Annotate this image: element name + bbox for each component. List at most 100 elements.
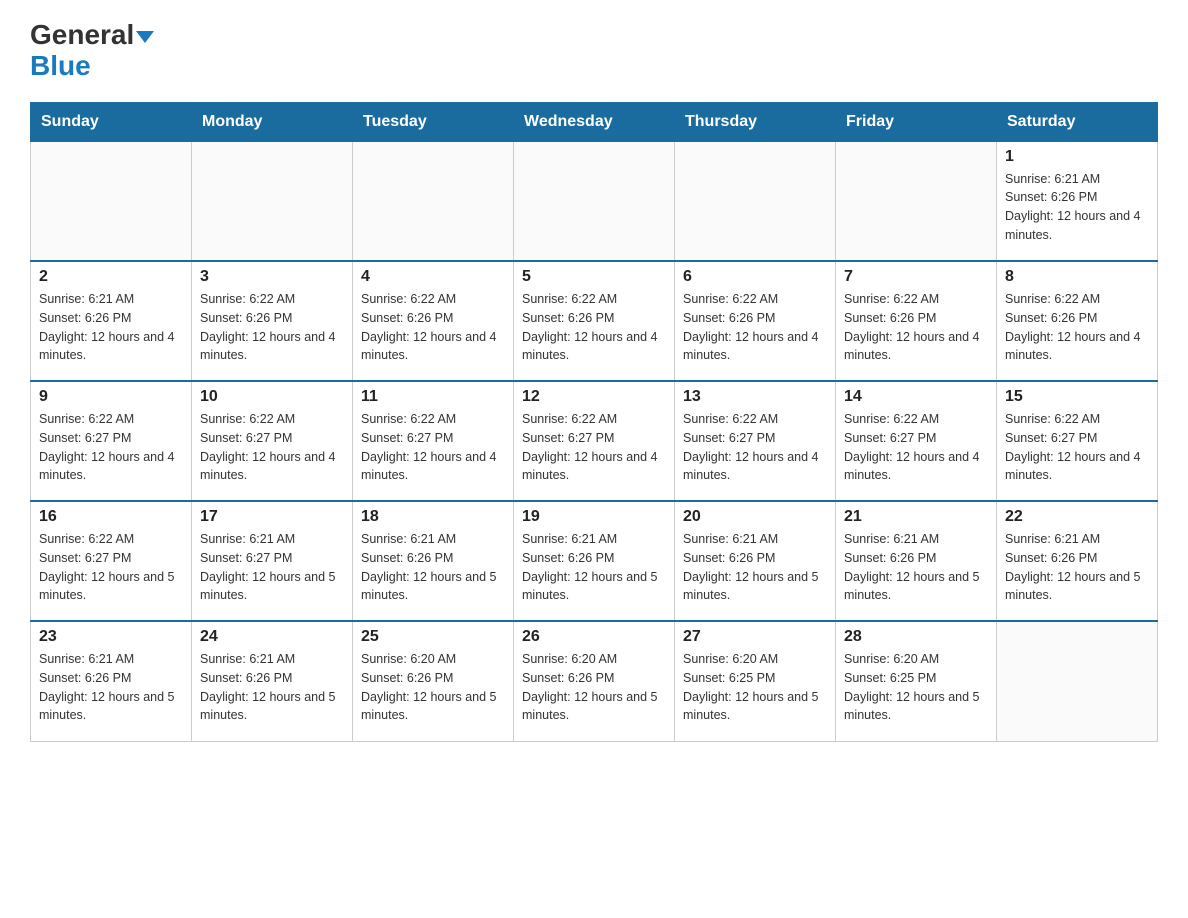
calendar-cell	[836, 141, 997, 261]
day-info: Sunrise: 6:21 AMSunset: 6:26 PMDaylight:…	[844, 530, 988, 605]
calendar-cell: 15 Sunrise: 6:22 AMSunset: 6:27 PMDayligh…	[997, 381, 1158, 501]
calendar-cell: 27 Sunrise: 6:20 AMSunset: 6:25 PMDayligh…	[675, 621, 836, 741]
day-number: 4	[361, 268, 505, 286]
day-number: 5	[522, 268, 666, 286]
day-info: Sunrise: 6:22 AMSunset: 6:27 PMDaylight:…	[844, 410, 988, 485]
day-number: 24	[200, 628, 344, 646]
header-monday: Monday	[192, 102, 353, 141]
day-info: Sunrise: 6:21 AMSunset: 6:26 PMDaylight:…	[39, 290, 183, 365]
day-info: Sunrise: 6:21 AMSunset: 6:26 PMDaylight:…	[522, 530, 666, 605]
calendar-cell: 23 Sunrise: 6:21 AMSunset: 6:26 PMDayligh…	[31, 621, 192, 741]
calendar-cell	[514, 141, 675, 261]
page-header: GeneralBlue	[30, 20, 1158, 82]
calendar-week-2: 2 Sunrise: 6:21 AMSunset: 6:26 PMDaylight…	[31, 261, 1158, 381]
day-number: 26	[522, 628, 666, 646]
day-info: Sunrise: 6:22 AMSunset: 6:27 PMDaylight:…	[1005, 410, 1149, 485]
calendar-cell: 8 Sunrise: 6:22 AMSunset: 6:26 PMDaylight…	[997, 261, 1158, 381]
calendar-week-4: 16 Sunrise: 6:22 AMSunset: 6:27 PMDayligh…	[31, 501, 1158, 621]
day-info: Sunrise: 6:22 AMSunset: 6:27 PMDaylight:…	[522, 410, 666, 485]
day-info: Sunrise: 6:22 AMSunset: 6:26 PMDaylight:…	[522, 290, 666, 365]
day-info: Sunrise: 6:22 AMSunset: 6:27 PMDaylight:…	[683, 410, 827, 485]
day-number: 6	[683, 268, 827, 286]
calendar-cell	[31, 141, 192, 261]
day-number: 17	[200, 508, 344, 526]
calendar-cell: 28 Sunrise: 6:20 AMSunset: 6:25 PMDayligh…	[836, 621, 997, 741]
day-number: 8	[1005, 268, 1149, 286]
calendar-cell: 13 Sunrise: 6:22 AMSunset: 6:27 PMDayligh…	[675, 381, 836, 501]
day-info: Sunrise: 6:22 AMSunset: 6:26 PMDaylight:…	[361, 290, 505, 365]
day-number: 25	[361, 628, 505, 646]
day-info: Sunrise: 6:20 AMSunset: 6:26 PMDaylight:…	[522, 650, 666, 725]
day-number: 3	[200, 268, 344, 286]
day-info: Sunrise: 6:20 AMSunset: 6:25 PMDaylight:…	[683, 650, 827, 725]
calendar-cell: 6Sunrise: 6:22 AMSunset: 6:26 PMDaylight…	[675, 261, 836, 381]
calendar-cell: 21Sunrise: 6:21 AMSunset: 6:26 PMDayligh…	[836, 501, 997, 621]
day-info: Sunrise: 6:21 AMSunset: 6:26 PMDaylight:…	[361, 530, 505, 605]
calendar-cell: 1 Sunrise: 6:21 AMSunset: 6:26 PMDaylight…	[997, 141, 1158, 261]
header-wednesday: Wednesday	[514, 102, 675, 141]
calendar-cell: 12 Sunrise: 6:22 AMSunset: 6:27 PMDayligh…	[514, 381, 675, 501]
calendar-week-3: 9 Sunrise: 6:22 AMSunset: 6:27 PMDaylight…	[31, 381, 1158, 501]
calendar-cell	[192, 141, 353, 261]
day-number: 1	[1005, 148, 1149, 166]
day-info: Sunrise: 6:22 AMSunset: 6:26 PMDaylight:…	[1005, 290, 1149, 365]
calendar-week-5: 23 Sunrise: 6:21 AMSunset: 6:26 PMDayligh…	[31, 621, 1158, 741]
calendar-cell: 4 Sunrise: 6:22 AMSunset: 6:26 PMDaylight…	[353, 261, 514, 381]
day-number: 19	[522, 508, 666, 526]
day-number: 22	[1005, 508, 1149, 526]
day-number: 27	[683, 628, 827, 646]
day-number: 23	[39, 628, 183, 646]
day-number: 12	[522, 388, 666, 406]
day-info: Sunrise: 6:22 AMSunset: 6:27 PMDaylight:…	[39, 530, 183, 605]
calendar-cell: 7 Sunrise: 6:22 AMSunset: 6:26 PMDaylight…	[836, 261, 997, 381]
day-info: Sunrise: 6:21 AMSunset: 6:26 PMDaylight:…	[683, 530, 827, 605]
day-number: 13	[683, 388, 827, 406]
day-number: 16	[39, 508, 183, 526]
header-sunday: Sunday	[31, 102, 192, 141]
day-info: Sunrise: 6:21 AMSunset: 6:26 PMDaylight:…	[39, 650, 183, 725]
day-number: 14	[844, 388, 988, 406]
calendar-cell: 17 Sunrise: 6:21 AMSunset: 6:27 PMDayligh…	[192, 501, 353, 621]
day-info: Sunrise: 6:21 AMSunset: 6:27 PMDaylight:…	[200, 530, 344, 605]
day-info: Sunrise: 6:22 AMSunset: 6:27 PMDaylight:…	[361, 410, 505, 485]
calendar-cell: 10 Sunrise: 6:22 AMSunset: 6:27 PMDayligh…	[192, 381, 353, 501]
day-info: Sunrise: 6:21 AMSunset: 6:26 PMDaylight:…	[1005, 170, 1149, 245]
calendar-cell: 5 Sunrise: 6:22 AMSunset: 6:26 PMDaylight…	[514, 261, 675, 381]
calendar-cell: 22 Sunrise: 6:21 AMSunset: 6:26 PMDayligh…	[997, 501, 1158, 621]
calendar-cell: 16 Sunrise: 6:22 AMSunset: 6:27 PMDayligh…	[31, 501, 192, 621]
day-number: 28	[844, 628, 988, 646]
day-number: 7	[844, 268, 988, 286]
day-number: 15	[1005, 388, 1149, 406]
calendar-header-row: SundayMondayTuesdayWednesdayThursdayFrid…	[31, 102, 1158, 141]
calendar-cell: 11Sunrise: 6:22 AMSunset: 6:27 PMDayligh…	[353, 381, 514, 501]
day-info: Sunrise: 6:22 AMSunset: 6:27 PMDaylight:…	[200, 410, 344, 485]
day-number: 10	[200, 388, 344, 406]
calendar-cell	[997, 621, 1158, 741]
calendar-cell	[353, 141, 514, 261]
day-info: Sunrise: 6:20 AMSunset: 6:25 PMDaylight:…	[844, 650, 988, 725]
day-number: 2	[39, 268, 183, 286]
day-info: Sunrise: 6:20 AMSunset: 6:26 PMDaylight:…	[361, 650, 505, 725]
day-info: Sunrise: 6:22 AMSunset: 6:26 PMDaylight:…	[844, 290, 988, 365]
day-info: Sunrise: 6:22 AMSunset: 6:27 PMDaylight:…	[39, 410, 183, 485]
calendar-cell: 18 Sunrise: 6:21 AMSunset: 6:26 PMDayligh…	[353, 501, 514, 621]
header-saturday: Saturday	[997, 102, 1158, 141]
day-info: Sunrise: 6:21 AMSunset: 6:26 PMDaylight:…	[1005, 530, 1149, 605]
header-tuesday: Tuesday	[353, 102, 514, 141]
calendar-cell: 3 Sunrise: 6:22 AMSunset: 6:26 PMDaylight…	[192, 261, 353, 381]
calendar-cell: 20 Sunrise: 6:21 AMSunset: 6:26 PMDayligh…	[675, 501, 836, 621]
calendar-cell: 25 Sunrise: 6:20 AMSunset: 6:26 PMDayligh…	[353, 621, 514, 741]
day-info: Sunrise: 6:21 AMSunset: 6:26 PMDaylight:…	[200, 650, 344, 725]
day-info: Sunrise: 6:22 AMSunset: 6:26 PMDaylight:…	[200, 290, 344, 365]
calendar-table: SundayMondayTuesdayWednesdayThursdayFrid…	[30, 102, 1158, 742]
calendar-cell: 2 Sunrise: 6:21 AMSunset: 6:26 PMDaylight…	[31, 261, 192, 381]
day-number: 20	[683, 508, 827, 526]
calendar-cell: 9 Sunrise: 6:22 AMSunset: 6:27 PMDaylight…	[31, 381, 192, 501]
day-number: 9	[39, 388, 183, 406]
calendar-cell	[675, 141, 836, 261]
calendar-cell: 24 Sunrise: 6:21 AMSunset: 6:26 PMDayligh…	[192, 621, 353, 741]
calendar-cell: 26 Sunrise: 6:20 AMSunset: 6:26 PMDayligh…	[514, 621, 675, 741]
header-thursday: Thursday	[675, 102, 836, 141]
header-friday: Friday	[836, 102, 997, 141]
day-number: 18	[361, 508, 505, 526]
